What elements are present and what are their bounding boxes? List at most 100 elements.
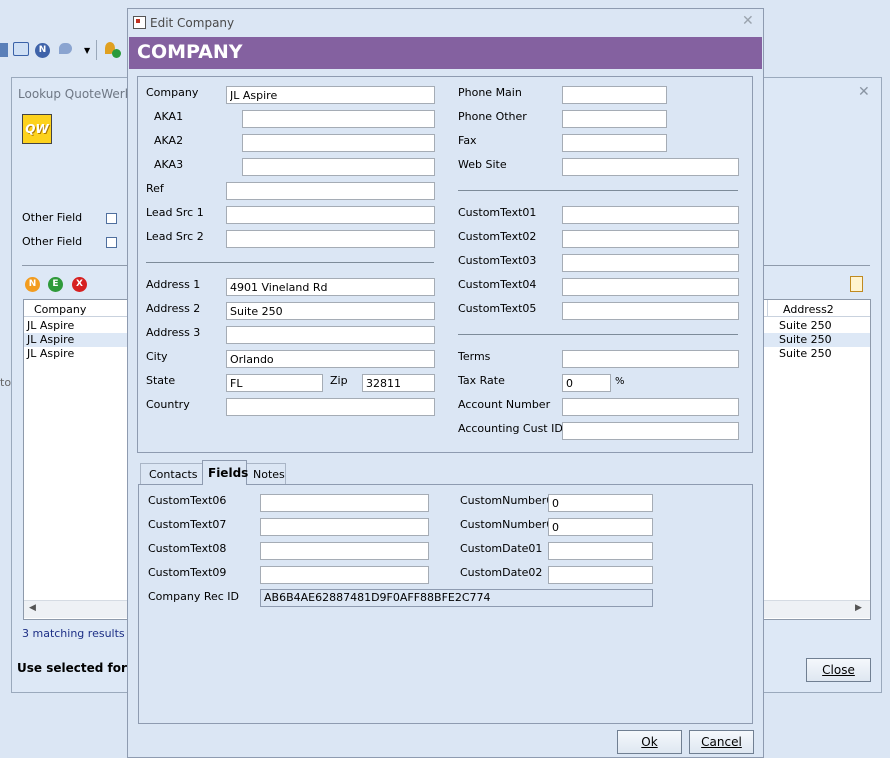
customdate02-field[interactable] bbox=[548, 566, 653, 584]
customtext01-field[interactable] bbox=[562, 206, 739, 224]
other-field-checkbox-2[interactable] bbox=[106, 237, 117, 248]
company-header-text: COMPANY bbox=[137, 41, 243, 63]
fax-label: Fax bbox=[458, 134, 477, 147]
chat-icon[interactable] bbox=[59, 43, 72, 54]
ok-button[interactable]: Ok bbox=[617, 730, 682, 754]
website-field[interactable] bbox=[562, 158, 739, 176]
phone-main-label: Phone Main bbox=[458, 86, 522, 99]
left-separator bbox=[146, 262, 434, 263]
check-badge-icon bbox=[112, 49, 121, 58]
scroll-right-icon[interactable]: ▶ bbox=[855, 603, 862, 613]
state-label: State bbox=[146, 374, 176, 387]
delete-button[interactable]: X bbox=[72, 277, 87, 292]
fields-tab-panel: CustomText06 CustomText07 CustomText08 C… bbox=[138, 484, 753, 724]
lead-src-2-field[interactable] bbox=[226, 230, 435, 248]
dialog-titlebar: Edit Company ✕ bbox=[128, 9, 763, 36]
address1-field[interactable] bbox=[226, 278, 435, 296]
list-icon[interactable] bbox=[0, 43, 8, 57]
row-address2: Suite 250 bbox=[779, 319, 832, 332]
cancel-button[interactable]: Cancel bbox=[689, 730, 754, 754]
tab-fields[interactable]: Fields bbox=[202, 460, 249, 485]
accounting-cust-id-field[interactable] bbox=[562, 422, 739, 440]
scroll-left-icon[interactable]: ◀ bbox=[29, 603, 36, 613]
app-icon-dot bbox=[136, 19, 140, 23]
ref-field[interactable] bbox=[226, 182, 435, 200]
customtext06-label: CustomText06 bbox=[148, 494, 227, 507]
customnumber02-label: CustomNumber02 bbox=[460, 518, 561, 531]
company-info-panel: Company AKA1 AKA2 AKA3 Ref Lead Src 1 Le… bbox=[137, 76, 753, 453]
tab-contacts-label: Contacts bbox=[149, 468, 198, 481]
aka3-field[interactable] bbox=[242, 158, 435, 176]
customtext03-field[interactable] bbox=[562, 254, 739, 272]
tax-rate-field[interactable] bbox=[562, 374, 611, 392]
customtext04-field[interactable] bbox=[562, 278, 739, 296]
customtext09-label: CustomText09 bbox=[148, 566, 227, 579]
ok-button-label: Ok bbox=[641, 735, 658, 749]
other-field-checkbox-1[interactable] bbox=[106, 213, 117, 224]
customtext07-label: CustomText07 bbox=[148, 518, 227, 531]
customtext02-field[interactable] bbox=[562, 230, 739, 248]
company-label: Company bbox=[146, 86, 199, 99]
tab-notes[interactable]: Notes bbox=[246, 463, 286, 484]
edit-company-dialog: Edit Company ✕ COMPANY Company AKA1 AKA2… bbox=[127, 8, 764, 758]
customtext05-field[interactable] bbox=[562, 302, 739, 320]
company-rec-id-value: AB6B4AE62887481D9F0AFF88BFE2C774 bbox=[260, 589, 653, 607]
tax-rate-unit: % bbox=[615, 376, 625, 387]
lead-src-1-label: Lead Src 1 bbox=[146, 206, 204, 219]
tab-fields-label: Fields bbox=[208, 466, 249, 480]
edit-button[interactable]: E bbox=[48, 277, 63, 292]
tab-contacts[interactable]: Contacts bbox=[140, 463, 204, 484]
message-icon[interactable] bbox=[13, 42, 29, 56]
terms-label: Terms bbox=[458, 350, 491, 363]
export-icon[interactable] bbox=[850, 276, 863, 292]
fax-field[interactable] bbox=[562, 134, 667, 152]
row-company: JL Aspire bbox=[27, 319, 75, 332]
new-button[interactable]: N bbox=[25, 277, 40, 292]
account-number-field[interactable] bbox=[562, 398, 739, 416]
customtext06-field[interactable] bbox=[260, 494, 429, 512]
company-rec-id-label: Company Rec ID bbox=[148, 590, 240, 603]
dialog-title: Edit Company bbox=[150, 16, 235, 30]
company-field[interactable] bbox=[226, 86, 435, 104]
lead-src-1-field[interactable] bbox=[226, 206, 435, 224]
phone-main-field[interactable] bbox=[562, 86, 667, 104]
account-number-label: Account Number bbox=[458, 398, 551, 411]
close-button[interactable]: Close bbox=[806, 658, 871, 682]
customtext01-label: CustomText01 bbox=[458, 206, 537, 219]
cancel-button-label: Cancel bbox=[701, 735, 742, 749]
row-address2: Suite 250 bbox=[779, 347, 832, 360]
col-company-header[interactable]: Company bbox=[34, 303, 86, 316]
zip-label: Zip bbox=[330, 374, 348, 387]
app-icon bbox=[133, 16, 146, 29]
customdate01-field[interactable] bbox=[548, 542, 653, 560]
customtext02-label: CustomText02 bbox=[458, 230, 537, 243]
terms-field[interactable] bbox=[562, 350, 739, 368]
row-company: JL Aspire bbox=[27, 333, 75, 346]
country-label: Country bbox=[146, 398, 190, 411]
customtext08-field[interactable] bbox=[260, 542, 429, 560]
aka1-field[interactable] bbox=[242, 110, 435, 128]
use-selected-label: Use selected for: bbox=[17, 661, 132, 675]
aka3-label: AKA3 bbox=[154, 158, 184, 171]
customnumber01-field[interactable] bbox=[548, 494, 653, 512]
aka2-label: AKA2 bbox=[154, 134, 184, 147]
dialog-close-icon[interactable]: ✕ bbox=[742, 13, 754, 29]
customtext07-field[interactable] bbox=[260, 518, 429, 536]
customnumber02-field[interactable] bbox=[548, 518, 653, 536]
right-separator-1 bbox=[458, 190, 738, 191]
quotewerks-logo: QW bbox=[22, 114, 52, 144]
lookup-close-icon[interactable]: ✕ bbox=[858, 84, 870, 100]
customdate02-label: CustomDate02 bbox=[460, 566, 543, 579]
country-field[interactable] bbox=[226, 398, 435, 416]
address3-field[interactable] bbox=[226, 326, 435, 344]
new-circle-icon[interactable]: N bbox=[35, 43, 50, 58]
col-address2-header[interactable]: Address2 bbox=[783, 303, 834, 316]
address2-field[interactable] bbox=[226, 302, 435, 320]
zip-field[interactable] bbox=[362, 374, 435, 392]
customtext09-field[interactable] bbox=[260, 566, 429, 584]
phone-other-field[interactable] bbox=[562, 110, 667, 128]
dropdown-arrow-icon[interactable]: ▼ bbox=[84, 46, 90, 55]
state-field[interactable] bbox=[226, 374, 323, 392]
city-field[interactable] bbox=[226, 350, 435, 368]
aka2-field[interactable] bbox=[242, 134, 435, 152]
